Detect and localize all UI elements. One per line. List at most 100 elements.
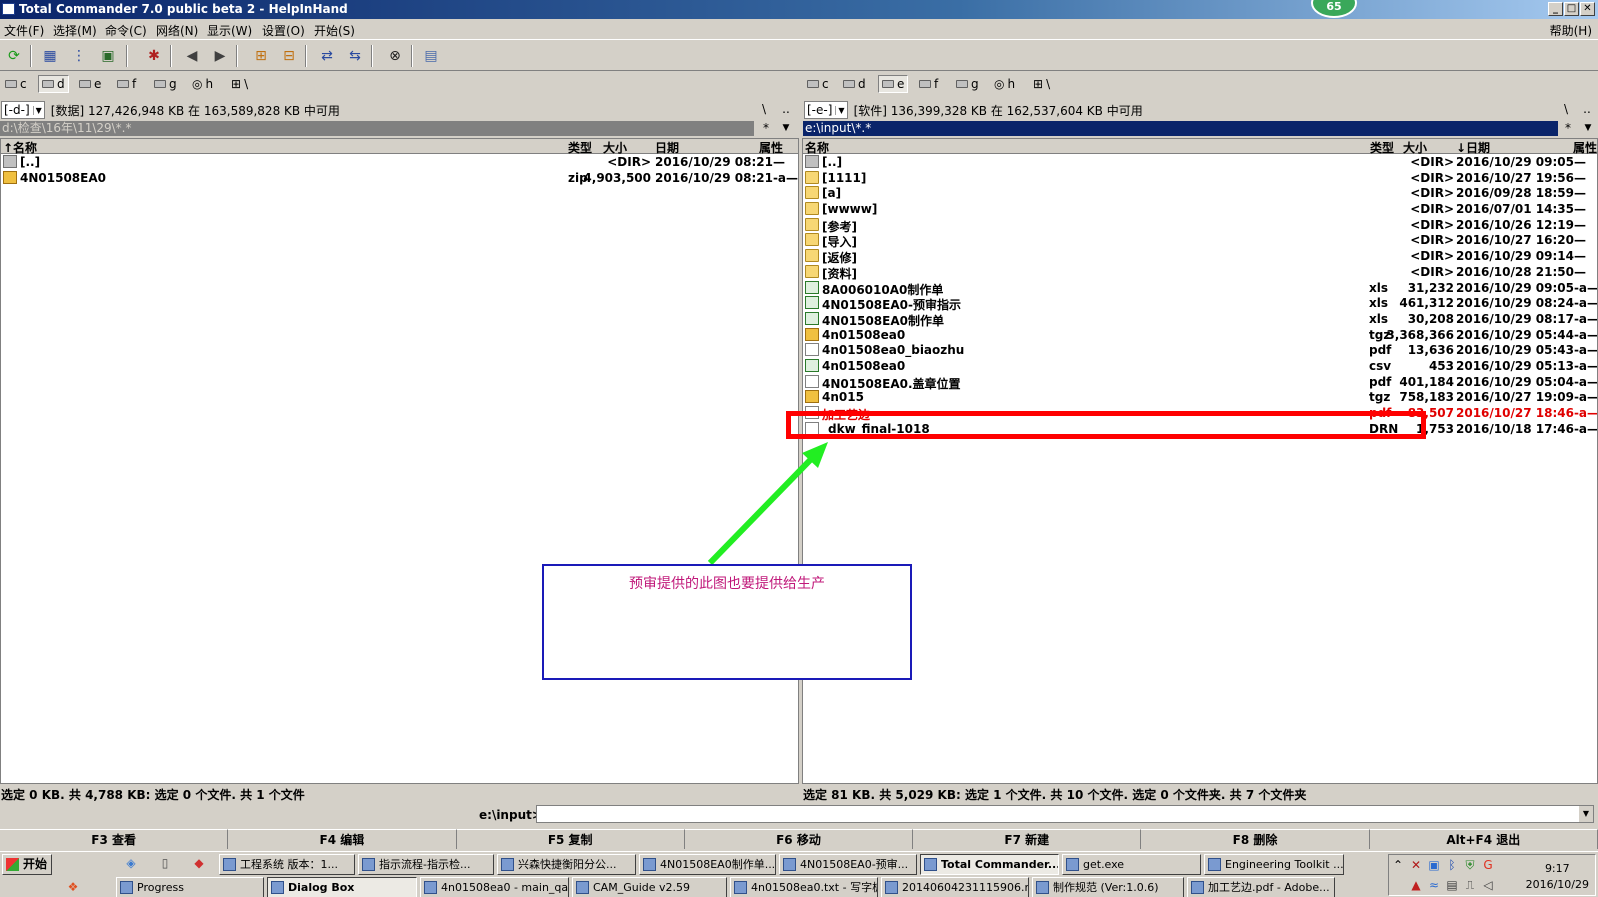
quicklaunch-icon[interactable]: ▯ xyxy=(158,856,172,870)
taskbar-item[interactable]: 4n01508ea0.txt - 写字板 xyxy=(730,877,878,897)
taskbar-item[interactable]: 工程系统 版本：1... xyxy=(219,854,355,875)
right-drive-network[interactable]: ⊞ \ xyxy=(1030,75,1053,93)
bluetooth-icon[interactable]: ᛒ xyxy=(1445,858,1459,872)
app-tray-icon[interactable]: ▲ xyxy=(1409,878,1423,892)
col-attr[interactable]: 属性 xyxy=(759,139,783,156)
chevron-down-icon[interactable]: ▼ xyxy=(1579,806,1593,822)
taskbar-item[interactable]: CAM_Guide v2.59 xyxy=(572,877,727,897)
f7-newfolder-button[interactable]: F7 新建 xyxy=(913,829,1142,849)
minimize-button[interactable]: _ xyxy=(1548,2,1563,16)
col-date[interactable]: ↓日期 xyxy=(1456,139,1490,156)
app-tray-icon[interactable]: ▤ xyxy=(1445,878,1459,892)
brief-view-icon[interactable]: ▦ xyxy=(39,45,61,67)
f6-move-button[interactable]: F6 移动 xyxy=(684,829,914,849)
menu-help[interactable]: 帮助(H) xyxy=(1550,22,1592,39)
taskbar-item[interactable]: 指示流程-指示检... xyxy=(358,854,494,875)
binoculars-search-icon[interactable]: ⊗ xyxy=(384,45,406,67)
f8-delete-button[interactable]: F8 删除 xyxy=(1141,829,1370,849)
volume-icon[interactable]: ◁ xyxy=(1481,878,1495,892)
menu-file[interactable]: 文件(F) xyxy=(4,22,44,39)
right-history-button[interactable]: * xyxy=(1559,121,1577,136)
right-drive-select[interactable]: [-e-] ▼ xyxy=(804,101,848,119)
invert-selection-icon[interactable]: ✱ xyxy=(143,45,165,67)
f3-view-button[interactable]: F3 查看 xyxy=(0,829,229,849)
menu-settings[interactable]: 设置(O) xyxy=(262,22,305,39)
left-drive-select[interactable]: [-d-] ▼ xyxy=(1,101,45,119)
file-row[interactable]: [参考] <DIR> 2016/10/26 12:19— xyxy=(803,217,1597,234)
col-attr[interactable]: 属性 xyxy=(1573,139,1597,156)
taskbar-item[interactable]: 4n01508ea0 - main_qa xyxy=(420,877,569,897)
left-hotlist-button[interactable]: ▼ xyxy=(777,121,795,136)
col-name[interactable]: 名称 xyxy=(805,139,829,156)
taskbar-item[interactable]: get.exe xyxy=(1062,854,1201,875)
forward-arrow-icon[interactable]: ▶ xyxy=(209,45,231,67)
menu-select[interactable]: 选择(M) xyxy=(53,22,97,39)
quicklaunch-icon[interactable]: ◈ xyxy=(124,856,138,870)
exit-button[interactable]: Alt+F4 退出 xyxy=(1369,829,1598,849)
right-path[interactable]: e:\input\*.* xyxy=(803,121,1558,136)
file-row[interactable]: 8A006010A0制作单 xls 31,232 2016/10/29 09:05-a… xyxy=(803,280,1597,297)
ftp-connect-icon[interactable]: ⇄ xyxy=(316,45,338,67)
right-parent-button[interactable]: .. xyxy=(1578,100,1596,118)
url-connect-icon[interactable]: ⇆ xyxy=(344,45,366,67)
quicklaunch-icon[interactable]: ❖ xyxy=(66,880,80,894)
left-root-button[interactable]: \ xyxy=(755,100,773,118)
file-row[interactable]: 4N01508EA0-预审指示 xls 461,312 2016/10/29 08:2… xyxy=(803,296,1597,312)
left-drive-h[interactable]: ◎ h xyxy=(189,75,216,93)
show-hidden-icon[interactable]: ⌃ xyxy=(1391,858,1405,872)
taskbar-item[interactable]: Dialog Box xyxy=(267,877,417,897)
file-row[interactable]: [1111] <DIR> 2016/10/27 19:56— xyxy=(803,170,1597,187)
file-row[interactable]: 4N01508EA0 zip 4,903,500 2016/10/29 08:21-a… xyxy=(1,170,798,187)
menu-display[interactable]: 显示(W) xyxy=(207,22,252,39)
file-row[interactable]: 4n01508ea0 tgz 3,368,366 2016/10/29 05:44-a… xyxy=(803,327,1597,344)
pack-files-icon[interactable]: ⊞ xyxy=(250,45,272,67)
file-row[interactable]: 4N01508EA0.盖章位置 pdf 401,184 2016/10/29 05:0… xyxy=(803,374,1597,391)
left-drive-c[interactable]: c xyxy=(2,75,30,93)
app-tray-icon[interactable]: ≈ xyxy=(1427,878,1441,892)
f4-edit-button[interactable]: F4 编辑 xyxy=(228,829,457,849)
file-row[interactable]: [返修] <DIR> 2016/10/29 09:14— xyxy=(803,249,1597,265)
left-history-button[interactable]: * xyxy=(757,121,775,136)
right-drive-f[interactable]: f xyxy=(916,75,941,93)
tree-view-icon[interactable]: ⋮ xyxy=(68,45,90,67)
right-drive-e[interactable]: e xyxy=(878,75,909,93)
notepad-icon[interactable]: ▤ xyxy=(420,45,442,67)
right-root-button[interactable]: \ xyxy=(1557,100,1575,118)
left-file-panel[interactable]: ↑名称 类型 大小 日期 属性 [..] <DIR> 2016/10/29 08:2… xyxy=(0,138,799,784)
taskbar-item[interactable]: Total Commander... xyxy=(920,854,1059,875)
taskbar-item[interactable]: 20140604231115906.r... xyxy=(881,877,1029,897)
left-parent-button[interactable]: .. xyxy=(777,100,795,118)
left-drive-e[interactable]: e xyxy=(76,75,104,93)
f5-copy-button[interactable]: F5 复制 xyxy=(456,829,685,849)
file-row[interactable]: [..] <DIR> 2016/10/29 09:05— xyxy=(803,155,1597,171)
network-icon[interactable]: ▣ xyxy=(1427,858,1441,872)
right-drive-g[interactable]: g xyxy=(953,75,982,93)
command-line-input[interactable]: ▼ xyxy=(536,805,1594,823)
left-path[interactable]: d:\检查\16年\11\29\*.* xyxy=(0,121,754,136)
tray-clock[interactable]: 9:17 2016/10/29 xyxy=(1526,861,1589,893)
notification-badge[interactable]: 65 xyxy=(1311,0,1357,18)
file-row[interactable]: [导入] <DIR> 2016/10/27 16:20— xyxy=(803,233,1597,249)
thumbnail-view-icon[interactable]: ▣ xyxy=(97,45,119,67)
file-row[interactable]: [..] <DIR> 2016/10/29 08:21— xyxy=(1,155,798,171)
col-size[interactable]: 大小 xyxy=(603,139,627,156)
google-icon[interactable]: G xyxy=(1481,858,1495,872)
taskbar-item[interactable]: Engineering Toolkit ... xyxy=(1204,854,1344,875)
maximize-button[interactable]: □ xyxy=(1564,2,1579,16)
taskbar-item[interactable]: 兴森快捷衡阳分公... xyxy=(497,854,636,875)
right-hotlist-button[interactable]: ▼ xyxy=(1579,121,1597,136)
file-row[interactable]: 4N01508EA0制作单 xls 30,208 2016/10/29 08:17-a… xyxy=(803,311,1597,328)
menu-start[interactable]: 开始(S) xyxy=(314,22,355,39)
close-button[interactable]: ✕ xyxy=(1580,2,1595,16)
right-file-panel[interactable]: 名称 类型 大小 ↓日期 属性 [..] <DIR> 2016/10/29 09:0… xyxy=(802,138,1598,784)
back-arrow-icon[interactable]: ◀ xyxy=(181,45,203,67)
left-drive-network[interactable]: ⊞ \ xyxy=(228,75,251,93)
file-row[interactable]: 4n015 tgz 758,183 2016/10/27 19:09-a— xyxy=(803,390,1597,406)
left-drive-f[interactable]: f xyxy=(114,75,139,93)
close-app-icon[interactable]: ✕ xyxy=(1409,858,1423,872)
taskbar-item[interactable]: 加工艺边.pdf - Adobe... xyxy=(1187,877,1335,897)
unpack-files-icon[interactable]: ⊟ xyxy=(278,45,300,67)
shield-icon[interactable]: ⛨ xyxy=(1463,858,1477,872)
taskbar-item[interactable]: 4N01508EA0制作单... xyxy=(639,854,776,875)
right-drive-d[interactable]: d xyxy=(840,75,869,93)
